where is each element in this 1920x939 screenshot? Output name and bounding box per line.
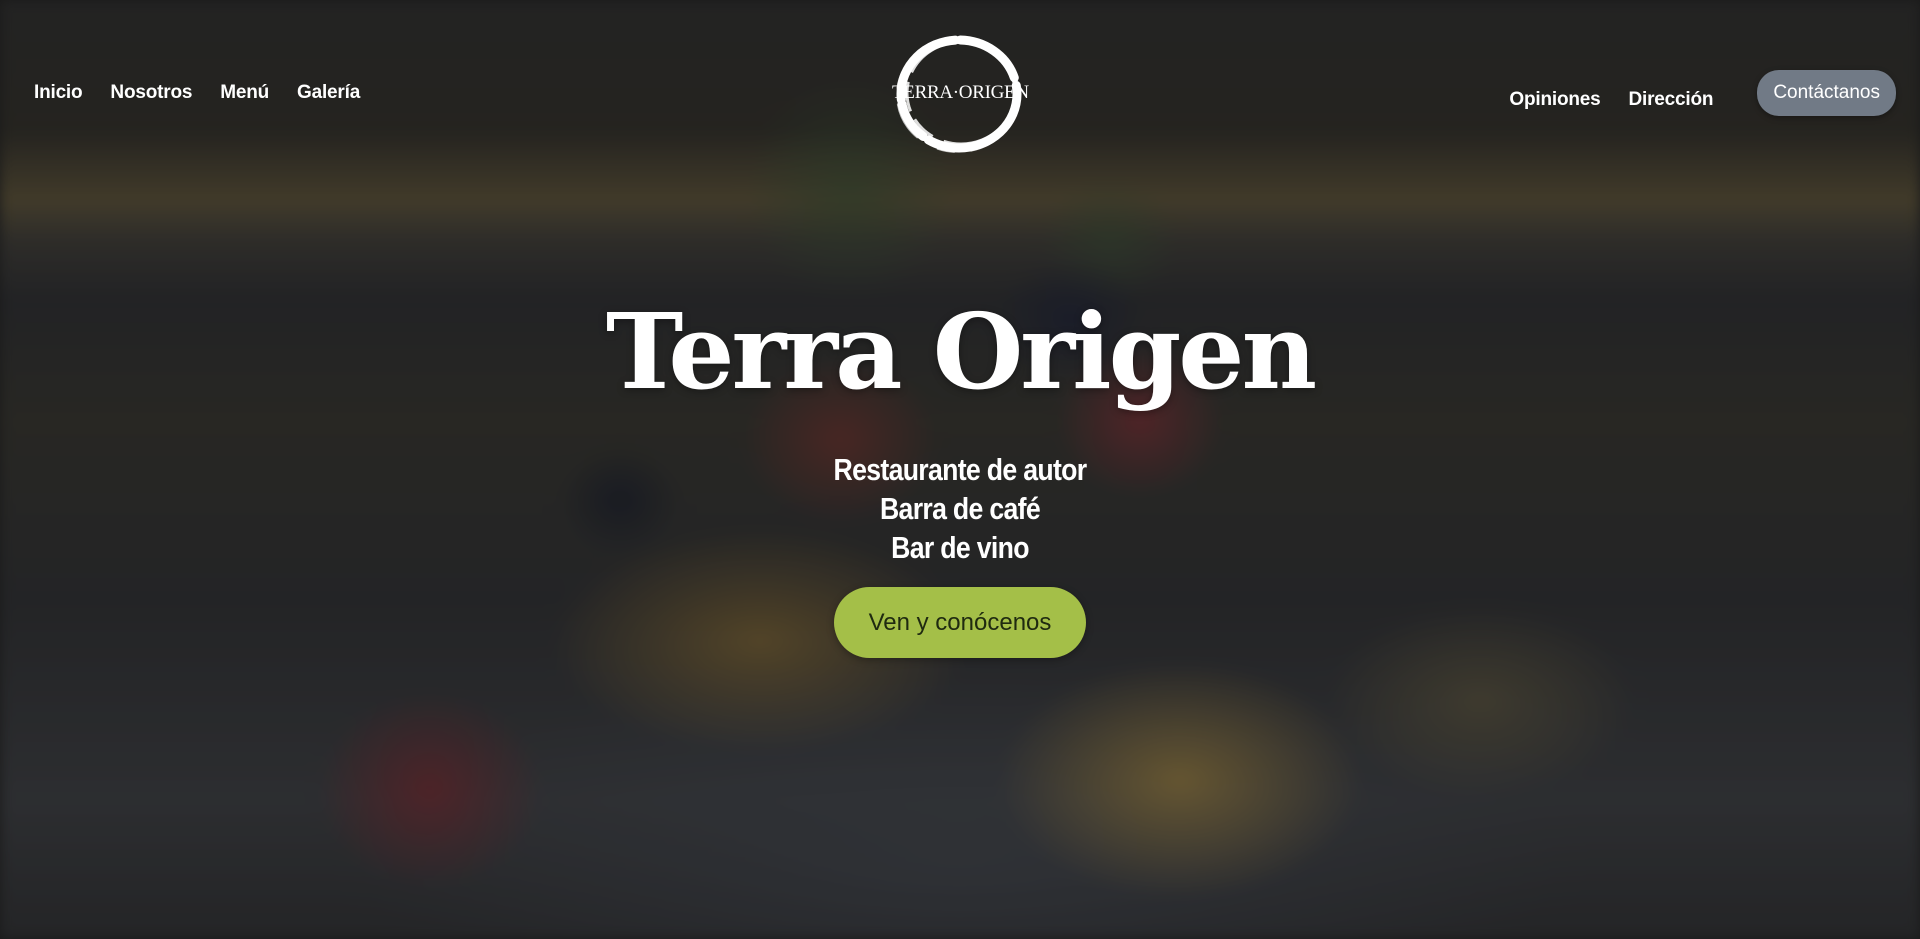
subtitle-line-coffee: Barra de café <box>879 491 1041 526</box>
nav-link-menu[interactable]: Menú <box>220 82 269 104</box>
nav-link-nosotros[interactable]: Nosotros <box>110 82 192 104</box>
nav-link-direccion[interactable]: Dirección <box>1629 89 1714 111</box>
hero-section: Inicio Nosotros Menú Galería TERRA·ORIGE… <box>0 0 1920 939</box>
nav-left: Inicio Nosotros Menú Galería <box>34 82 360 104</box>
nav-link-galeria[interactable]: Galería <box>297 82 360 104</box>
subtitle-line-wine: Bar de vino <box>891 530 1029 565</box>
hero-subtitle: Restaurante de autor Barra de café Bar d… <box>134 450 1785 567</box>
hero-title: Terra Origen <box>605 290 1317 413</box>
nav-right: Opiniones Dirección Contáctanos <box>1509 70 1896 116</box>
contact-button[interactable]: Contáctanos <box>1757 70 1896 116</box>
logo-text: TERRA·ORIGEN <box>892 82 1029 103</box>
subtitle-line-restaurant: Restaurante de autor <box>833 452 1088 487</box>
site-logo[interactable]: TERRA·ORIGEN <box>892 32 1029 156</box>
nav-link-inicio[interactable]: Inicio <box>34 82 83 104</box>
cta-button[interactable]: Ven y conócenos <box>834 587 1086 658</box>
nav-link-opiniones[interactable]: Opiniones <box>1509 89 1600 111</box>
